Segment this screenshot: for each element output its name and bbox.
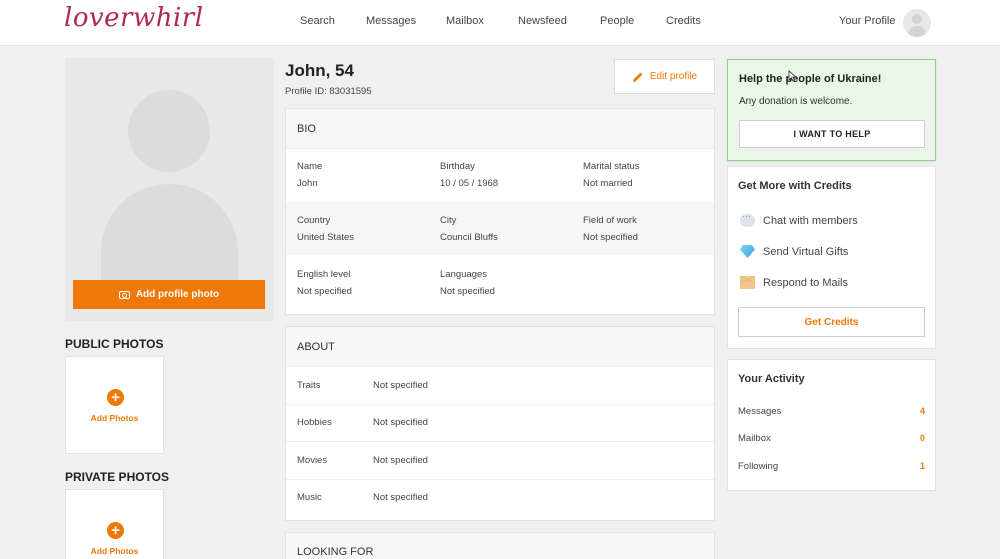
about-card: ABOUT Traits Not specified Hobbies Not s… [285,326,715,521]
edit-profile-button[interactable]: Edit profile [614,59,715,94]
bio-label: Name [297,161,323,172]
nav-credits[interactable]: Credits [666,15,701,27]
bio-value: United States [297,232,355,243]
plus-icon: + [107,389,124,406]
add-photos-label: Add Photos [90,413,139,423]
ukraine-donation-card: Help the people of Ukraine! Any donation… [727,59,936,161]
nav-search[interactable]: Search [300,15,335,27]
about-row-traits: Traits Not specified [286,367,714,405]
i-want-to-help-button[interactable]: I WANT TO HELP [739,120,925,148]
mouse-pointer-icon [788,70,798,82]
credits-item-label: Chat with members [763,214,858,227]
public-photos-heading: PUBLIC PHOTOS [65,337,164,351]
bio-label: Languages [440,269,488,280]
bio-value: Not married [583,178,633,189]
bio-value: 10 / 05 / 1968 [440,178,499,189]
plus-icon: + [107,522,124,539]
activity-count: 0 [919,433,925,443]
bio-row: Name John Birthday 10 / 05 / 1968 Marita… [286,149,714,202]
bio-value: Not specified [440,286,495,297]
get-credits-button[interactable]: Get Credits [738,307,925,337]
add-private-photos-button[interactable]: + Add Photos [65,489,164,559]
ukraine-title: Help the people of Ukraine! [739,73,882,85]
about-value: Not specified [373,455,428,466]
activity-label: Mailbox [738,433,771,444]
about-value: Not specified [373,492,428,503]
about-header-band [286,327,714,367]
bio-value: John [297,178,318,189]
credits-item-chat: Chat with members [740,211,858,227]
silhouette-head [128,90,210,172]
credits-item-label: Send Virtual Gifts [763,245,849,258]
credits-item-label: Respond to Mails [763,276,848,289]
add-profile-photo-label: Add profile photo [135,289,220,300]
site-logo[interactable]: loverwhirl [64,3,204,33]
activity-label: Messages [738,406,782,417]
nav-mailbox[interactable]: Mailbox [446,15,484,27]
diamond-icon [740,245,755,258]
profile-id: Profile ID: 83031595 [285,86,372,97]
looking-for-card: LOOKING FOR [285,532,715,559]
envelope-icon [740,276,755,289]
about-label: Movies [297,455,328,466]
avatar-head-shape [912,14,922,24]
bio-value: Not specified [583,232,638,243]
private-photos-heading: PRIVATE PHOTOS [65,470,170,484]
about-value: Not specified [373,417,428,428]
credits-card: Get More with Credits Chat with members … [727,166,936,349]
about-row-music: Music Not specified [286,479,714,517]
pencil-icon [632,72,643,82]
bio-label: Country [297,215,331,226]
activity-row-following[interactable]: Following 1 [738,461,925,472]
top-navigation-bar: loverwhirl Search Messages Mailbox Newsf… [0,0,1000,46]
add-profile-photo-button[interactable]: Add profile photo [73,280,265,309]
bio-label: English level [297,269,351,280]
bio-label: Field of work [583,215,637,226]
camera-icon [118,290,130,299]
silhouette-body [101,184,238,294]
activity-title: Your Activity [738,373,805,385]
avatar-body-shape [908,26,926,37]
bio-row: English level Not specified Languages No… [286,256,714,309]
credits-item-gifts: Send Virtual Gifts [740,245,848,258]
about-label: Music [297,492,322,503]
bio-label: Marital status [583,161,640,172]
looking-for-heading: LOOKING FOR [297,546,374,558]
profile-name: John, 54 [285,61,354,80]
bio-label: City [440,215,457,226]
nav-people[interactable]: People [600,15,634,27]
bio-row: Country United States City Council Bluff… [286,202,714,255]
bio-value: Council Bluffs [440,232,498,243]
bio-label: Birthday [440,161,475,172]
activity-count: 4 [919,406,925,416]
activity-row-mailbox[interactable]: Mailbox 0 [738,433,925,444]
edit-profile-label: Edit profile [649,71,698,82]
activity-row-messages[interactable]: Messages 4 [738,406,925,417]
add-photos-label: Add Photos [90,546,139,556]
about-row-movies: Movies Not specified [286,442,714,480]
bio-card: BIO Name John Birthday 10 / 05 / 1968 Ma… [285,108,715,315]
about-heading: ABOUT [297,341,335,353]
bio-header-band [286,109,714,149]
bio-value: Not specified [297,286,352,297]
add-public-photos-button[interactable]: + Add Photos [65,356,164,454]
credits-title: Get More with Credits [738,180,852,192]
your-activity-card: Your Activity Messages 4 Mailbox 0 Follo… [727,359,936,491]
nav-messages[interactable]: Messages [366,15,416,27]
bio-heading: BIO [297,123,316,135]
about-row-hobbies: Hobbies Not specified [286,404,714,442]
about-value: Not specified [373,380,428,391]
ukraine-subtitle: Any donation is welcome. [739,96,853,107]
about-label: Traits [297,380,321,391]
credits-item-mails: Respond to Mails [740,276,848,289]
avatar[interactable] [903,9,931,37]
chat-bubble-icon [740,211,755,227]
activity-count: 1 [919,461,925,471]
activity-label: Following [738,461,779,472]
nav-newsfeed[interactable]: Newsfeed [518,15,567,27]
about-label: Hobbies [297,417,332,428]
nav-your-profile[interactable]: Your Profile [839,15,895,27]
